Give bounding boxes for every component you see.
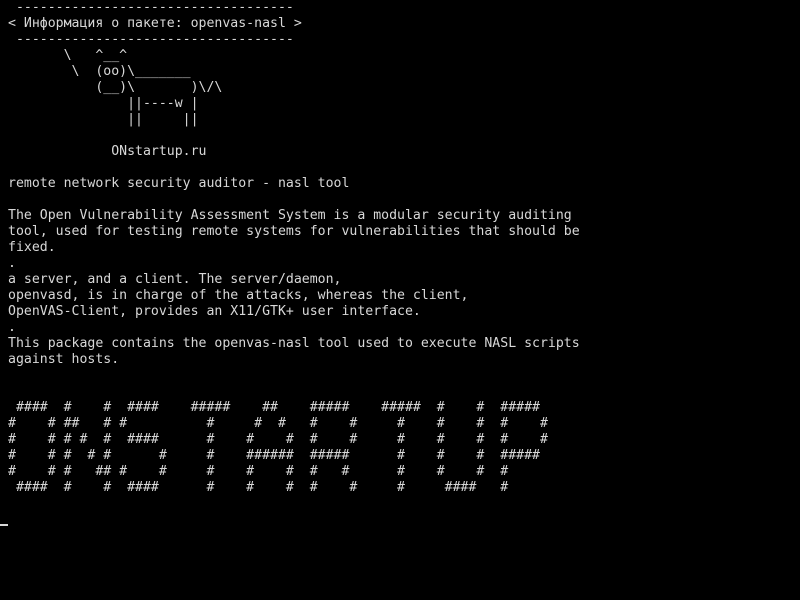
cow-ascii-art-line: (__)\ )\/\ xyxy=(8,80,223,95)
speech-bubble-top-border: ----------------------------------- xyxy=(8,0,294,15)
description-line: openvasd, is in charge of the attacks, w… xyxy=(8,288,469,303)
description-line: tool, used for testing remote systems fo… xyxy=(8,224,580,239)
site-name: ONstartup.ru xyxy=(8,144,207,159)
description-line: a server, and a client. The server/daemo… xyxy=(8,272,342,287)
ascii-banner-line: # # # # # # # ###### ##### # # # ##### xyxy=(8,448,540,463)
description-line: The Open Vulnerability Assessment System… xyxy=(8,208,572,223)
ascii-banner-line: # # ## # # # # # # # # # # # # xyxy=(8,416,548,431)
speech-bubble-bottom-border: ----------------------------------- xyxy=(8,32,294,47)
speech-bubble-text: < Информация о пакете: openvas-nasl > xyxy=(8,16,302,31)
terminal-screen[interactable]: ----------------------------------- < Ин… xyxy=(0,0,800,600)
ascii-banner-line: #### # # #### # # # # # # #### # xyxy=(8,480,509,495)
ascii-banner-line: # # # # # #### # # # # # # # # # # xyxy=(8,432,548,447)
cow-ascii-art-line: \ ^__^ xyxy=(8,48,128,63)
cow-ascii-art-line: \ (oo)\_______ xyxy=(8,64,191,79)
ascii-banner-line: #### # # #### ##### ## ##### ##### # # #… xyxy=(8,400,540,415)
text-cursor xyxy=(0,524,8,526)
description-line: . xyxy=(8,256,16,271)
description-line: This package contains the openvas-nasl t… xyxy=(8,336,580,351)
description-line: OpenVAS-Client, provides an X11/GTK+ use… xyxy=(8,304,421,319)
cow-ascii-art-line: || || xyxy=(8,112,199,127)
description-line: . xyxy=(8,320,16,335)
cow-ascii-art-line: ||----w | xyxy=(8,96,199,111)
description-line: fixed. xyxy=(8,240,56,255)
package-summary: remote network security auditor - nasl t… xyxy=(8,176,350,191)
ascii-banner-line: # # # ## # # # # # # # # # # # xyxy=(8,464,509,479)
description-line: against hosts. xyxy=(8,352,120,367)
